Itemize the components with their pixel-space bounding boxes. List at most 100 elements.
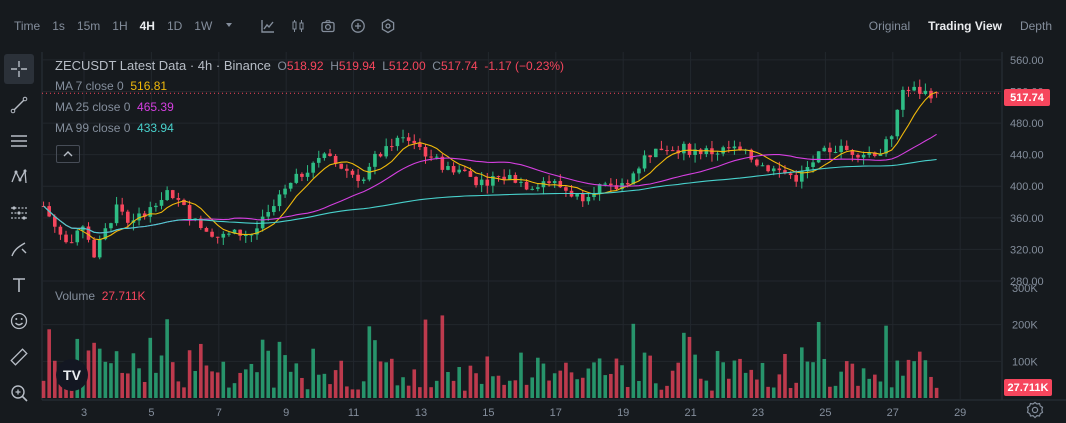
volume-bar: [867, 378, 872, 398]
chart-settings-button[interactable]: [1026, 401, 1044, 422]
symbol-title: ZECUSDT Latest Data · 4h · Binance: [55, 58, 271, 73]
candle-body: [687, 143, 692, 155]
volume-bar: [642, 352, 647, 398]
tradingview-logo[interactable]: TV: [56, 359, 88, 391]
volume-bar: [361, 381, 366, 398]
volume-bar: [507, 380, 512, 398]
candle-body: [86, 226, 91, 240]
candle-body: [210, 231, 214, 237]
candle-body: [350, 170, 355, 175]
volume-bar: [575, 379, 579, 398]
candle-body: [642, 155, 647, 169]
price-tick-label: 480.00: [1010, 118, 1044, 130]
volume-bar: [816, 321, 821, 398]
candle-body: [906, 89, 911, 91]
volume-bar: [103, 361, 108, 398]
volume-bar: [889, 387, 894, 398]
candle-body: [457, 169, 461, 173]
volume-bar: [170, 362, 175, 398]
volume-bar: [148, 337, 153, 398]
candle-body: [670, 150, 675, 152]
candle-body: [109, 223, 113, 229]
volume-bar: [47, 329, 51, 398]
volume-bar: [395, 385, 400, 398]
candle-body: [238, 229, 242, 236]
volume-bar: [463, 390, 467, 398]
candle-body: [917, 86, 922, 94]
candle-body: [389, 146, 394, 148]
candle-body: [659, 148, 664, 151]
low-label: L: [382, 59, 389, 73]
current-volume-tag: 27.711K: [1004, 379, 1052, 396]
candle-body: [221, 233, 226, 238]
volume-bar: [479, 383, 484, 398]
ma-line: [43, 158, 937, 234]
volume-bar: [221, 361, 226, 398]
volume-bar: [277, 341, 282, 398]
time-tick-label: 3: [81, 407, 87, 419]
volume-bar: [580, 377, 585, 398]
volume-bar: [434, 380, 439, 398]
open-label: O: [277, 59, 287, 73]
collapse-legend-button[interactable]: [56, 145, 80, 163]
volume-bar: [92, 342, 96, 398]
candle-body: [479, 179, 484, 186]
volume-bar: [193, 370, 198, 398]
volume-bar: [800, 347, 804, 398]
volume-tick-label: 200K: [1012, 320, 1038, 332]
volume-bar: [738, 358, 742, 398]
volume-bar: [687, 336, 692, 398]
time-tick-label: 11: [348, 407, 359, 419]
volume-bar: [468, 365, 473, 398]
volume-bar: [294, 363, 299, 398]
candle-body: [547, 181, 551, 184]
volume-bar: [126, 373, 130, 398]
candle-body: [665, 150, 669, 152]
candle-body: [294, 173, 299, 183]
candle-body: [92, 239, 96, 258]
volume-bar: [272, 387, 276, 398]
candle-body: [429, 156, 433, 158]
volume-bar: [856, 385, 860, 398]
volume-bar: [766, 386, 770, 398]
candle-body: [97, 239, 102, 258]
volume-bar: [811, 362, 815, 398]
candle-body: [895, 109, 900, 137]
volume-bar: [227, 387, 231, 398]
volume-bar: [373, 340, 377, 398]
candle-body: [653, 148, 658, 158]
volume-bar: [182, 387, 186, 398]
volume-bar: [328, 384, 332, 398]
candle-body: [277, 194, 282, 207]
volume-bar: [457, 367, 461, 398]
volume-bar: [378, 361, 383, 398]
candle-body: [434, 156, 439, 158]
candle-body: [283, 188, 287, 195]
candle-body: [272, 206, 276, 213]
candle-body: [637, 168, 641, 174]
volume-bar: [176, 381, 181, 398]
volume-bar: [524, 384, 529, 398]
candle-body: [395, 137, 400, 147]
volume-bar: [844, 361, 849, 398]
volume-bar: [614, 358, 619, 398]
candle-body: [811, 162, 815, 167]
candle-body: [912, 86, 916, 91]
candle-body: [300, 173, 304, 177]
volume-bar: [333, 370, 338, 398]
time-tick-label: 5: [148, 407, 154, 419]
candle-body: [788, 173, 793, 176]
volume-bar: [412, 369, 417, 398]
volume-bar: [345, 386, 349, 398]
volume-bar: [676, 362, 681, 398]
candle-body: [316, 157, 321, 163]
volume-bar: [895, 360, 900, 398]
candle-body: [901, 89, 905, 110]
ma25-row: MA 25 close 0 465.39: [55, 97, 564, 118]
volume-tick-label: 300K: [1012, 283, 1038, 295]
price-tick-label: 440.00: [1010, 150, 1044, 162]
ma25-label: MA 25 close 0: [55, 100, 131, 114]
candle-body: [923, 90, 928, 94]
candle-body: [828, 147, 832, 153]
candle-body: [715, 153, 720, 155]
